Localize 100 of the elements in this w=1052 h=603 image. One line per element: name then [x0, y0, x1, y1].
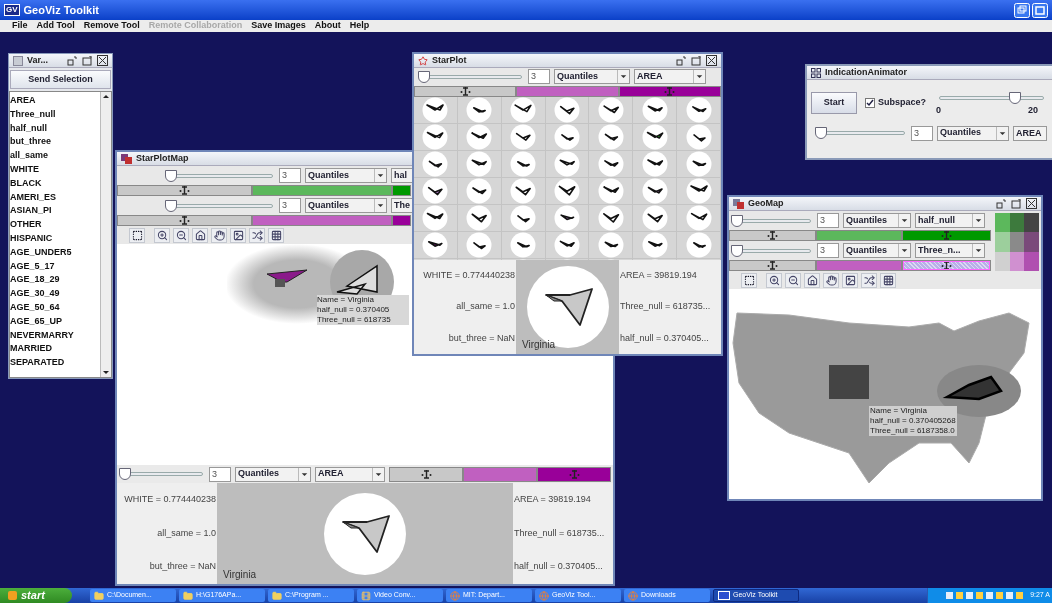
close-icon[interactable] [706, 55, 717, 66]
menu-item[interactable]: Remove Tool [83, 19, 140, 33]
anchor-icon[interactable] [767, 261, 778, 270]
variable-item[interactable]: AGE_30_49 [10, 287, 100, 301]
variable-item[interactable]: AMERI_ES [10, 190, 100, 205]
class-bar-segment[interactable] [729, 230, 816, 241]
maximize-icon[interactable] [1032, 2, 1048, 18]
anchor-icon[interactable] [179, 186, 190, 195]
variable-item[interactable]: AREA [10, 94, 100, 108]
iconify-icon[interactable] [996, 198, 1006, 209]
zoom-out-tool-button[interactable] [785, 272, 801, 288]
maximize-icon[interactable] [691, 55, 701, 66]
close-icon[interactable] [97, 55, 108, 66]
menu-item[interactable]: File [12, 19, 28, 33]
count-field[interactable]: 3 [911, 125, 933, 141]
grid-tool-button[interactable] [268, 227, 284, 243]
method-dropdown[interactable]: Quantiles [937, 125, 1009, 141]
method-dropdown[interactable]: Quantiles [554, 69, 630, 85]
anchor-icon[interactable] [420, 469, 432, 479]
slider-thumb[interactable] [165, 199, 177, 212]
variable-item[interactable]: MARRIED [10, 342, 100, 357]
count-field[interactable]: 3 [528, 69, 550, 85]
method-dropdown[interactable]: Quantiles [235, 466, 311, 482]
variable-item[interactable]: BLACK [10, 176, 100, 191]
scrollbar[interactable] [100, 92, 111, 377]
restore-icon[interactable] [1014, 2, 1030, 18]
anchor-icon[interactable] [179, 216, 190, 225]
variable-item[interactable]: AGE_65_UP [10, 314, 100, 329]
arrows-tool-button[interactable] [249, 227, 265, 243]
variable-dropdown[interactable]: AREA [315, 466, 385, 482]
variable-item[interactable]: half_null [10, 121, 100, 136]
variable-field[interactable]: AREA [1013, 125, 1047, 141]
send-selection-button[interactable]: Send Selection [10, 70, 111, 89]
count-field[interactable]: 3 [279, 168, 301, 183]
zoom-in-tool-button[interactable] [154, 227, 170, 243]
start-button[interactable]: start [0, 588, 72, 603]
method-dropdown[interactable]: Quantiles [843, 243, 911, 258]
variable-item[interactable]: but_three [10, 135, 100, 150]
variable-item[interactable]: ASIAN_PI [10, 204, 100, 219]
class-bar-segment[interactable] [389, 466, 463, 482]
class-bar-segment[interactable] [537, 466, 611, 482]
hand-tool-button[interactable] [211, 227, 227, 243]
variable-dropdown[interactable]: AREA [634, 69, 706, 85]
zoom-in-tool-button[interactable] [766, 272, 782, 288]
class-bar-segment[interactable] [618, 85, 721, 97]
menu-item[interactable]: Save Images [251, 19, 306, 33]
anchor-icon[interactable] [767, 231, 778, 240]
variable-dropdown[interactable]: Three_n... [915, 243, 985, 258]
image-tool-button[interactable] [230, 227, 246, 243]
menu-item[interactable]: Help [349, 19, 370, 33]
slider-thumb[interactable] [165, 169, 177, 182]
iconify-icon[interactable] [676, 55, 686, 66]
slider-thumb[interactable] [1009, 92, 1021, 104]
maximize-icon[interactable] [1011, 198, 1021, 209]
variable-item[interactable]: SEPARATED [10, 356, 100, 370]
variable-dropdown[interactable]: half_null [915, 213, 985, 228]
method-dropdown[interactable]: Quantiles [843, 213, 911, 228]
anchor-icon[interactable] [459, 86, 471, 96]
hand-tool-button[interactable] [823, 272, 839, 288]
maximize-icon[interactable] [82, 55, 92, 66]
method-dropdown[interactable]: Quantiles [305, 198, 387, 213]
variable-item[interactable]: Three_null [10, 107, 100, 122]
slider-thumb[interactable] [418, 70, 430, 83]
variable-item[interactable]: AGE_5_17 [10, 259, 100, 274]
count-field[interactable]: 3 [279, 198, 301, 213]
iconify-icon[interactable] [67, 55, 77, 66]
variable-item[interactable]: all_same [10, 149, 100, 163]
arrows-tool-button[interactable] [861, 272, 877, 288]
variable-item[interactable]: OTHER [10, 218, 100, 232]
variable-item[interactable]: AGE_UNDER5 [10, 245, 100, 260]
slider-thumb[interactable] [731, 214, 743, 227]
variable-item[interactable]: WHITE [10, 163, 100, 177]
select-tool-button[interactable] [741, 272, 757, 288]
variable-item[interactable]: AGE_50_64 [10, 300, 100, 315]
zoom-out-tool-button[interactable] [173, 227, 189, 243]
slider-thumb[interactable] [815, 127, 827, 139]
variable-item[interactable]: NEVERMARRY [10, 328, 100, 343]
start-button[interactable]: Start [811, 92, 857, 114]
variable-field[interactable]: hal [391, 168, 413, 183]
variable-item[interactable]: HISPANIC [10, 231, 100, 246]
count-field[interactable]: 3 [817, 243, 839, 258]
method-dropdown[interactable]: Quantiles [305, 168, 387, 183]
image-tool-button[interactable] [842, 272, 858, 288]
variable-field[interactable]: The [391, 198, 413, 213]
menu-item[interactable]: About [314, 19, 341, 33]
select-tool-button[interactable] [129, 227, 145, 243]
home-tool-button[interactable] [804, 272, 820, 288]
grid-tool-button[interactable] [880, 272, 896, 288]
checkbox[interactable] [865, 98, 875, 108]
variable-item[interactable]: AGE_18_29 [10, 273, 100, 288]
class-bar-segment[interactable] [414, 85, 517, 97]
slider-thumb[interactable] [119, 468, 131, 480]
anchor-icon[interactable] [941, 261, 952, 270]
menu-item[interactable]: Add Tool [36, 19, 75, 33]
count-field[interactable]: 3 [209, 466, 231, 482]
class-bar-segment[interactable] [729, 260, 816, 271]
home-tool-button[interactable] [192, 227, 208, 243]
close-icon[interactable] [1026, 198, 1037, 209]
count-field[interactable]: 3 [817, 213, 839, 228]
slider-thumb[interactable] [731, 244, 743, 257]
